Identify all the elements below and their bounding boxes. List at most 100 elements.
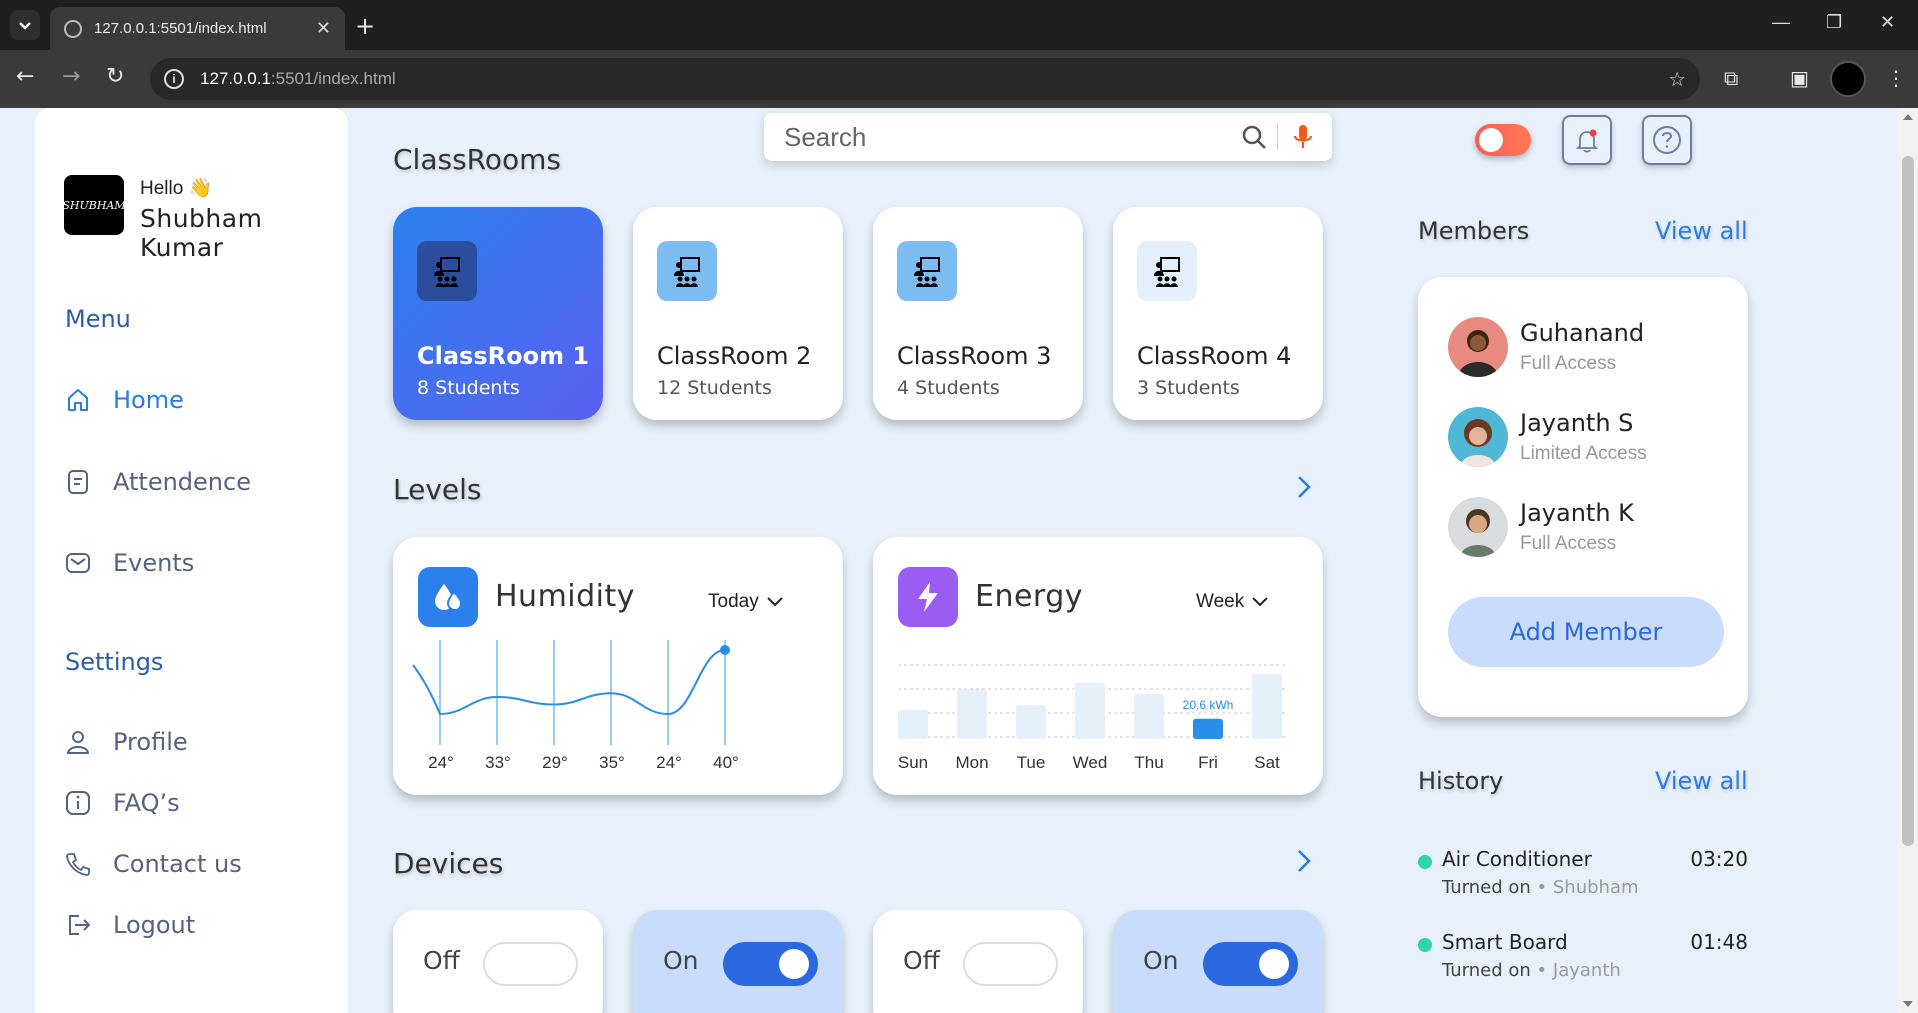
- extensions-icon[interactable]: ⧉: [1724, 66, 1738, 90]
- energy-card: Energy Week 20.6 kWh Sun Mon Tue Wed Thu Fri S…: [873, 537, 1323, 795]
- sidebar-item-attendence[interactable]: Attendence: [65, 468, 251, 496]
- levels-chevron-right-icon[interactable]: [1296, 474, 1312, 507]
- sidebar-item-contact-us[interactable]: Contact us: [65, 850, 242, 878]
- device-state-label: On: [1143, 946, 1179, 975]
- forward-button[interactable]: →: [62, 64, 80, 89]
- history-heading: History: [1418, 767, 1504, 795]
- side-panel-icon[interactable]: ▣: [1790, 66, 1809, 90]
- sidebar-item-label: Attendence: [113, 468, 251, 496]
- url-field[interactable]: i 127.0.0.1 :5501/index.html ☆: [150, 58, 1700, 100]
- energy-tick-label: Wed: [1072, 753, 1108, 772]
- classroom-name: ClassRoom 4: [1137, 342, 1292, 370]
- history-by: • Shubham: [1536, 877, 1639, 898]
- humidity-tick-label: 40°: [713, 753, 739, 772]
- members-view-all-link[interactable]: View all: [1655, 217, 1748, 245]
- energy-highlight-label: 20.6 kWh: [1183, 698, 1234, 712]
- bookmark-star-icon[interactable]: ☆: [1668, 67, 1686, 92]
- notifications-button[interactable]: [1562, 115, 1612, 165]
- classrooms-heading: ClassRooms: [393, 143, 561, 176]
- sidebar-item-home[interactable]: Home: [65, 386, 184, 414]
- sidebar-item-label: Profile: [113, 728, 188, 756]
- sidebar-item-label: Contact us: [113, 850, 242, 878]
- help-button[interactable]: [1642, 115, 1692, 165]
- home-icon: [65, 387, 91, 413]
- chevron-down-icon: [19, 22, 31, 30]
- theme-toggle[interactable]: [1475, 124, 1531, 156]
- device-card: On: [633, 910, 843, 1013]
- microphone-icon[interactable]: [1288, 122, 1318, 152]
- history-view-all-link[interactable]: View all: [1655, 767, 1748, 795]
- device-toggle[interactable]: [1203, 942, 1298, 986]
- minimize-button[interactable]: —: [1772, 12, 1790, 33]
- classroom-card[interactable]: ClassRoom 4 3 Students: [1113, 207, 1323, 420]
- devices-heading: Devices: [393, 847, 504, 880]
- history-status: Turned on • Shubham: [1442, 877, 1639, 898]
- browser-profile-avatar[interactable]: [1830, 61, 1866, 97]
- close-tab-icon[interactable]: ✕: [316, 18, 331, 39]
- device-card: Off: [873, 910, 1083, 1013]
- toggle-knob: [779, 949, 809, 979]
- avatar: [1448, 317, 1508, 377]
- classroom-icon: [897, 241, 957, 301]
- browser-tabbar: 127.0.0.1:5501/index.html ✕ + — ❐ ✕: [0, 0, 1918, 50]
- device-toggle[interactable]: [723, 942, 818, 986]
- device-toggle[interactable]: [963, 942, 1058, 986]
- classroom-icon: [657, 241, 717, 301]
- new-tab-button[interactable]: +: [355, 12, 375, 40]
- history-status: Turned on • Jayanth: [1442, 960, 1621, 981]
- humidity-tick-label: 24°: [428, 753, 454, 772]
- devices-chevron-right-icon[interactable]: [1296, 848, 1312, 881]
- reload-button[interactable]: ↻: [106, 64, 124, 89]
- sidebar-item-logout[interactable]: Logout: [65, 911, 195, 939]
- browser-menu-icon[interactable]: ⋮: [1886, 66, 1906, 90]
- classroom-card[interactable]: ClassRoom 3 4 Students: [873, 207, 1083, 420]
- toggle-knob: [1259, 949, 1289, 979]
- classroom-card[interactable]: ClassRoom 1 8 Students: [393, 207, 603, 420]
- scroll-down-arrow[interactable]: [1903, 1001, 1913, 1007]
- energy-tick-label: Sat: [1254, 753, 1280, 772]
- energy-bar: [1016, 705, 1046, 739]
- sidebar-item-profile[interactable]: Profile: [65, 728, 188, 756]
- member-item[interactable]: Guhanand Full Access: [1448, 317, 1644, 377]
- sidebar-item-label: Home: [113, 386, 184, 414]
- sidebar-item-label: Logout: [113, 911, 196, 939]
- close-window-button[interactable]: ✕: [1880, 12, 1895, 33]
- search-divider: [1277, 124, 1278, 150]
- search-bar[interactable]: Search: [764, 113, 1332, 161]
- phone-icon: [65, 851, 91, 877]
- scrollbar-thumb[interactable]: [1902, 156, 1914, 846]
- classroom-icon: [417, 241, 477, 301]
- humidity-series-line: [412, 649, 726, 716]
- scroll-up-arrow[interactable]: [1903, 114, 1913, 120]
- energy-bar: [957, 689, 987, 739]
- device-card: Off: [393, 910, 603, 1013]
- member-item[interactable]: Jayanth S Limited Access: [1448, 407, 1647, 467]
- search-input[interactable]: Search: [784, 122, 1239, 153]
- add-member-button[interactable]: Add Member: [1448, 597, 1724, 667]
- device-toggle[interactable]: [483, 942, 578, 986]
- classroom-students: 4 Students: [897, 377, 1000, 399]
- info-icon: [65, 790, 91, 816]
- tab-search-menu-button[interactable]: [10, 10, 40, 40]
- energy-tick-label: Tue: [1016, 753, 1046, 772]
- classroom-card[interactable]: ClassRoom 2 12 Students: [633, 207, 843, 420]
- member-item[interactable]: Jayanth K Full Access: [1448, 497, 1634, 557]
- user-icon: [65, 729, 91, 755]
- energy-bar: [1075, 682, 1105, 739]
- back-button[interactable]: ←: [16, 64, 34, 89]
- url-path: :5501/index.html: [270, 69, 396, 88]
- page-scrollbar[interactable]: [1898, 108, 1918, 1013]
- member-name: Jayanth K: [1520, 499, 1634, 527]
- user-logo-text: SHUBHAM: [62, 198, 126, 212]
- history-status-text: Turned on: [1442, 877, 1531, 898]
- member-access: Limited Access: [1520, 443, 1647, 464]
- sidebar-item-events[interactable]: Events: [65, 549, 194, 577]
- energy-tick-label: Thu: [1134, 753, 1164, 772]
- restore-button[interactable]: ❐: [1826, 12, 1842, 33]
- sidebar-item-faqs[interactable]: FAQ’s: [65, 789, 180, 817]
- site-info-icon[interactable]: i: [164, 69, 184, 89]
- classroom-name: ClassRoom 3: [897, 342, 1052, 370]
- search-icon[interactable]: [1239, 122, 1269, 152]
- browser-tab[interactable]: 127.0.0.1:5501/index.html ✕: [50, 7, 345, 50]
- history-time: 03:20: [1690, 847, 1748, 871]
